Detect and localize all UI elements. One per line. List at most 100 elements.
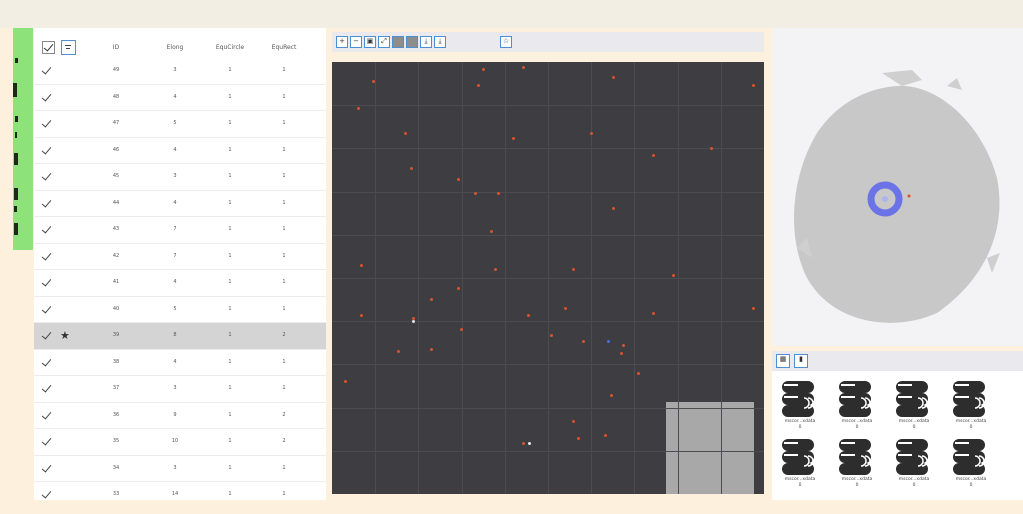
tile-view-button[interactable]: ▦ <box>776 354 790 368</box>
particle-dot[interactable] <box>410 167 413 170</box>
particle-dot[interactable] <box>360 264 363 267</box>
row-checkbox[interactable] <box>42 118 51 129</box>
particle-dot[interactable] <box>522 442 525 445</box>
row-checkbox[interactable] <box>42 489 51 500</box>
particle-dot[interactable] <box>572 420 575 423</box>
zoom-out-button[interactable]: − <box>350 36 362 48</box>
highlighted-particle[interactable] <box>528 442 531 445</box>
particle-dot[interactable] <box>360 314 363 317</box>
particle-dot[interactable] <box>582 340 585 343</box>
particle-dot[interactable] <box>430 298 433 301</box>
grid-toggle-button[interactable] <box>392 36 404 48</box>
nav-mark[interactable] <box>14 153 18 165</box>
row-checkbox[interactable] <box>42 330 51 341</box>
particle-dot[interactable] <box>550 334 553 337</box>
thumbnail-card[interactable]: mscor...xdata 0 <box>780 437 820 492</box>
particle-dot[interactable] <box>474 192 477 195</box>
particle-dot[interactable] <box>430 348 433 351</box>
particle-dot[interactable] <box>620 352 623 355</box>
row-checkbox[interactable] <box>42 436 51 447</box>
nav-mark[interactable] <box>14 188 18 200</box>
table-row[interactable]: 44 4 1 1 <box>34 191 326 217</box>
row-checkbox[interactable] <box>42 65 51 76</box>
table-row[interactable]: ★ 39 8 1 2 <box>34 323 326 350</box>
particle-dot[interactable] <box>577 437 580 440</box>
nav-mark[interactable] <box>15 116 18 122</box>
thumbnail-card[interactable]: mscor...xdata 0 <box>951 379 991 434</box>
particle-dot[interactable] <box>357 107 360 110</box>
particle-dot[interactable] <box>752 307 755 310</box>
particle-dot[interactable] <box>572 268 575 271</box>
favorite-button[interactable]: ☆ <box>500 36 512 48</box>
nav-mark[interactable] <box>14 223 18 235</box>
thumbnail-card[interactable]: mscor...xdata 0 <box>951 437 991 492</box>
particle-dot[interactable] <box>637 372 640 375</box>
particle-dot[interactable] <box>344 380 347 383</box>
particle-dot[interactable] <box>457 178 460 181</box>
row-checkbox[interactable] <box>42 171 51 182</box>
particle-dot[interactable] <box>457 287 460 290</box>
row-checkbox[interactable] <box>42 277 51 288</box>
particle-dot[interactable] <box>494 268 497 271</box>
particle-dot[interactable] <box>612 76 615 79</box>
expand-button[interactable]: ⤢ <box>378 36 390 48</box>
scatter-canvas[interactable] <box>332 62 764 494</box>
particle-dot[interactable] <box>497 192 500 195</box>
particle-dot[interactable] <box>482 68 485 71</box>
thumbnail-card[interactable]: mscor...xdata 0 <box>894 379 934 434</box>
particle-dot[interactable] <box>590 132 593 135</box>
table-row[interactable]: 47 5 1 1 <box>34 111 326 138</box>
thumbnail-card[interactable]: mscor...xdata 0 <box>780 379 820 434</box>
particle-dot[interactable] <box>490 230 493 233</box>
table-row[interactable]: 49 3 1 1 <box>34 58 326 85</box>
download-button[interactable]: ⤓ <box>420 36 432 48</box>
column-header-elong[interactable]: Elong <box>160 44 190 51</box>
delete-button[interactable]: ▮ <box>794 354 808 368</box>
thumbnail-card[interactable]: mscor...xdata 0 <box>894 437 934 492</box>
particle-dot[interactable] <box>564 307 567 310</box>
nav-mark[interactable] <box>15 58 18 63</box>
particle-dot[interactable] <box>404 132 407 135</box>
row-checkbox[interactable] <box>42 224 51 235</box>
table-row[interactable]: 33 14 1 1 <box>34 482 326 500</box>
row-checkbox[interactable] <box>42 251 51 262</box>
row-checkbox[interactable] <box>42 463 51 474</box>
nav-mark[interactable] <box>13 83 17 97</box>
table-row[interactable]: 46 4 1 1 <box>34 138 326 164</box>
particle-dot[interactable] <box>710 147 713 150</box>
minimap[interactable] <box>666 402 754 494</box>
select-all-checkbox[interactable] <box>42 40 55 54</box>
table-row[interactable]: 45 3 1 1 <box>34 164 326 191</box>
row-checkbox[interactable] <box>42 357 51 368</box>
particle-dot[interactable] <box>522 66 525 69</box>
layer-toggle-button[interactable] <box>406 36 418 48</box>
particle-dot[interactable] <box>612 207 615 210</box>
column-header-id[interactable]: ID <box>106 44 126 51</box>
particle-dot[interactable] <box>672 274 675 277</box>
particle-dot[interactable] <box>652 312 655 315</box>
table-row[interactable]: 40 5 1 1 <box>34 297 326 323</box>
thumbnail-card[interactable]: mscor...xdata 0 <box>837 437 877 492</box>
zoom-in-button[interactable]: + <box>336 36 348 48</box>
particle-dot[interactable] <box>604 434 607 437</box>
particle-dot[interactable] <box>477 84 480 87</box>
table-row[interactable]: 48 4 1 1 <box>34 85 326 111</box>
row-checkbox[interactable] <box>42 383 51 394</box>
highlighted-particle[interactable] <box>607 340 610 343</box>
table-row[interactable]: 34 3 1 1 <box>34 456 326 482</box>
export-button[interactable]: ⤓ <box>434 36 446 48</box>
table-row[interactable]: 41 4 1 1 <box>34 270 326 297</box>
particle-dot[interactable] <box>752 84 755 87</box>
thumbnail-card[interactable]: mscor...xdata 0 <box>837 379 877 434</box>
filter-button[interactable] <box>61 39 76 55</box>
particle-dot[interactable] <box>372 80 375 83</box>
table-row[interactable]: 35 10 1 2 <box>34 429 326 456</box>
table-row[interactable]: 37 3 1 1 <box>34 376 326 403</box>
row-checkbox[interactable] <box>42 198 51 209</box>
particle-dot[interactable] <box>652 154 655 157</box>
nav-mark[interactable] <box>15 132 17 138</box>
table-row[interactable]: 38 4 1 1 <box>34 350 326 376</box>
fit-button[interactable]: ▣ <box>364 36 376 48</box>
column-header-equcircle[interactable]: EquCircle <box>210 44 250 51</box>
particle-dot[interactable] <box>512 137 515 140</box>
